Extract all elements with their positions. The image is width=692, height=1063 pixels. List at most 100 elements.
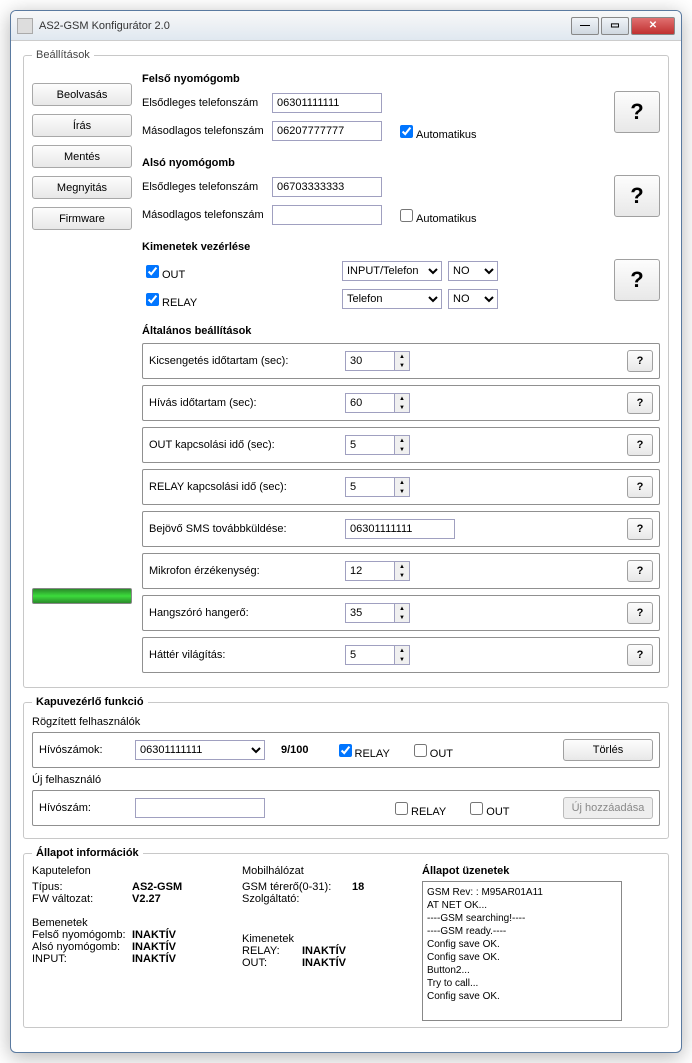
general-row: Hangszóró hangerő: ▲▼ ? — [142, 595, 660, 631]
spin-up-icon[interactable]: ▲ — [395, 646, 409, 655]
spin-down-icon[interactable]: ▼ — [395, 361, 409, 370]
spin-down-icon[interactable]: ▼ — [395, 571, 409, 580]
net-title: Mobilhálózat — [242, 865, 412, 877]
general-help-button[interactable]: ? — [627, 350, 653, 372]
relay-label: RELAY — [162, 297, 197, 309]
general-row-label: Hívás időtartam (sec): — [149, 397, 339, 409]
app-icon — [17, 18, 33, 34]
general-help-button[interactable]: ? — [627, 434, 653, 456]
general-row-label: Bejövő SMS továbbküldése: — [149, 523, 339, 535]
top-primary-input[interactable] — [272, 93, 382, 113]
general-row-label: Kicsengetés időtartam (sec): — [149, 355, 339, 367]
top-auto-checkbox[interactable] — [400, 125, 413, 138]
spin-up-icon[interactable]: ▲ — [395, 562, 409, 571]
top-secondary-label: Másodlagos telefonszám — [142, 125, 272, 137]
general-spin-input[interactable] — [345, 603, 395, 623]
general-row: Bejövő SMS továbbküldése: ? — [142, 511, 660, 547]
top-primary-label: Elsődleges telefonszám — [142, 97, 272, 109]
spin-down-icon[interactable]: ▼ — [395, 403, 409, 412]
general-help-button[interactable]: ? — [627, 518, 653, 540]
outputs-title: Kimenetek vezérlése — [142, 241, 660, 253]
out-mode-select[interactable]: INPUT/Telefon — [342, 261, 442, 281]
general-spin-input[interactable] — [345, 435, 395, 455]
message-box[interactable]: GSM Rev: : M95AR01A11AT NET OK... ----GS… — [422, 881, 622, 1021]
settings-group: Beállítások Beolvasás Írás Mentés Megnyi… — [23, 49, 669, 688]
fw-value: V2.27 — [132, 893, 161, 905]
spin-up-icon[interactable]: ▲ — [395, 436, 409, 445]
window-title: AS2-GSM Konfigurátor 2.0 — [39, 20, 571, 32]
outputs-help-button[interactable]: ? — [614, 259, 660, 301]
bottom-secondary-input[interactable] — [272, 205, 382, 225]
out-title: Kimenetek — [242, 933, 412, 945]
general-row-label: Hangszóró hangerő: — [149, 607, 339, 619]
close-button[interactable]: ✕ — [631, 17, 675, 35]
minimize-button[interactable]: — — [571, 17, 599, 35]
read-button[interactable]: Beolvasás — [32, 83, 132, 106]
general-spin-input[interactable] — [345, 645, 395, 665]
phone-title: Kaputelefon — [32, 865, 232, 877]
relay-mode-select[interactable]: Telefon — [342, 289, 442, 309]
maximize-button[interactable]: ▭ — [601, 17, 629, 35]
general-help-button[interactable]: ? — [627, 392, 653, 414]
gate2-out-checkbox[interactable] — [470, 802, 483, 815]
general-row: Kicsengetés időtartam (sec): ▲▼ ? — [142, 343, 660, 379]
msg-title: Állapot üzenetek — [422, 865, 660, 877]
new-user-group: Hívószám: RELAY OUT Új hozzáadása — [32, 790, 660, 826]
top-button-title: Felső nyomógomb — [142, 73, 660, 85]
relay-checkbox[interactable] — [146, 293, 159, 306]
general-text-input[interactable] — [345, 519, 455, 539]
delete-button[interactable]: Törlés — [563, 739, 653, 761]
gate-group: Kapuvezérlő funkció Rögzített felhasznál… — [23, 696, 669, 839]
top-secondary-input[interactable] — [272, 121, 382, 141]
general-title: Általános beállítások — [142, 325, 660, 337]
fixed-users-group: Hívószámok: 06301111111 9/100 RELAY OUT … — [32, 732, 660, 768]
status-title: Állapot információk — [32, 847, 143, 859]
gate-title: Kapuvezérlő funkció — [32, 696, 148, 708]
spin-up-icon[interactable]: ▲ — [395, 352, 409, 361]
top-help-button[interactable]: ? — [614, 91, 660, 133]
general-spin-input[interactable] — [345, 351, 395, 371]
general-row: Mikrofon érzékenység: ▲▼ ? — [142, 553, 660, 589]
out-state-select[interactable]: NO — [448, 261, 498, 281]
general-row: RELAY kapcsolási idő (sec): ▲▼ ? — [142, 469, 660, 505]
new-user-label: Új felhasználó — [32, 774, 660, 786]
spin-down-icon[interactable]: ▼ — [395, 655, 409, 664]
gate-out-checkbox[interactable] — [414, 744, 427, 757]
settings-legend: Beállítások — [32, 49, 94, 61]
spin-up-icon[interactable]: ▲ — [395, 394, 409, 403]
spin-down-icon[interactable]: ▼ — [395, 487, 409, 496]
spin-down-icon[interactable]: ▼ — [395, 445, 409, 454]
out-label: OUT — [162, 269, 185, 281]
type-value: AS2-GSM — [132, 881, 182, 893]
signal-value: 18 — [352, 881, 364, 893]
status-group: Állapot információk Kaputelefon Típus:AS… — [23, 847, 669, 1028]
gate-relay-checkbox[interactable] — [339, 744, 352, 757]
number2-input[interactable] — [135, 798, 265, 818]
general-spin-input[interactable] — [345, 393, 395, 413]
general-spin-input[interactable] — [345, 561, 395, 581]
top-auto-label: Automatikus — [416, 129, 477, 141]
add-button[interactable]: Új hozzáadása — [563, 797, 653, 819]
progress-bar — [32, 588, 132, 604]
bottom-help-button[interactable]: ? — [614, 175, 660, 217]
general-row: Háttér világítás: ▲▼ ? — [142, 637, 660, 673]
firmware-button[interactable]: Firmware — [32, 207, 132, 230]
out-checkbox[interactable] — [146, 265, 159, 278]
save-button[interactable]: Mentés — [32, 145, 132, 168]
general-help-button[interactable]: ? — [627, 602, 653, 624]
general-help-button[interactable]: ? — [627, 644, 653, 666]
spin-down-icon[interactable]: ▼ — [395, 613, 409, 622]
write-button[interactable]: Írás — [32, 114, 132, 137]
bottom-primary-input[interactable] — [272, 177, 382, 197]
open-button[interactable]: Megnyitás — [32, 176, 132, 199]
numbers-label: Hívószámok: — [39, 744, 129, 756]
general-spin-input[interactable] — [345, 477, 395, 497]
bottom-auto-checkbox[interactable] — [400, 209, 413, 222]
general-help-button[interactable]: ? — [627, 476, 653, 498]
spin-up-icon[interactable]: ▲ — [395, 604, 409, 613]
relay-state-select[interactable]: NO — [448, 289, 498, 309]
general-help-button[interactable]: ? — [627, 560, 653, 582]
gate2-relay-checkbox[interactable] — [395, 802, 408, 815]
spin-up-icon[interactable]: ▲ — [395, 478, 409, 487]
numbers-select[interactable]: 06301111111 — [135, 740, 265, 760]
